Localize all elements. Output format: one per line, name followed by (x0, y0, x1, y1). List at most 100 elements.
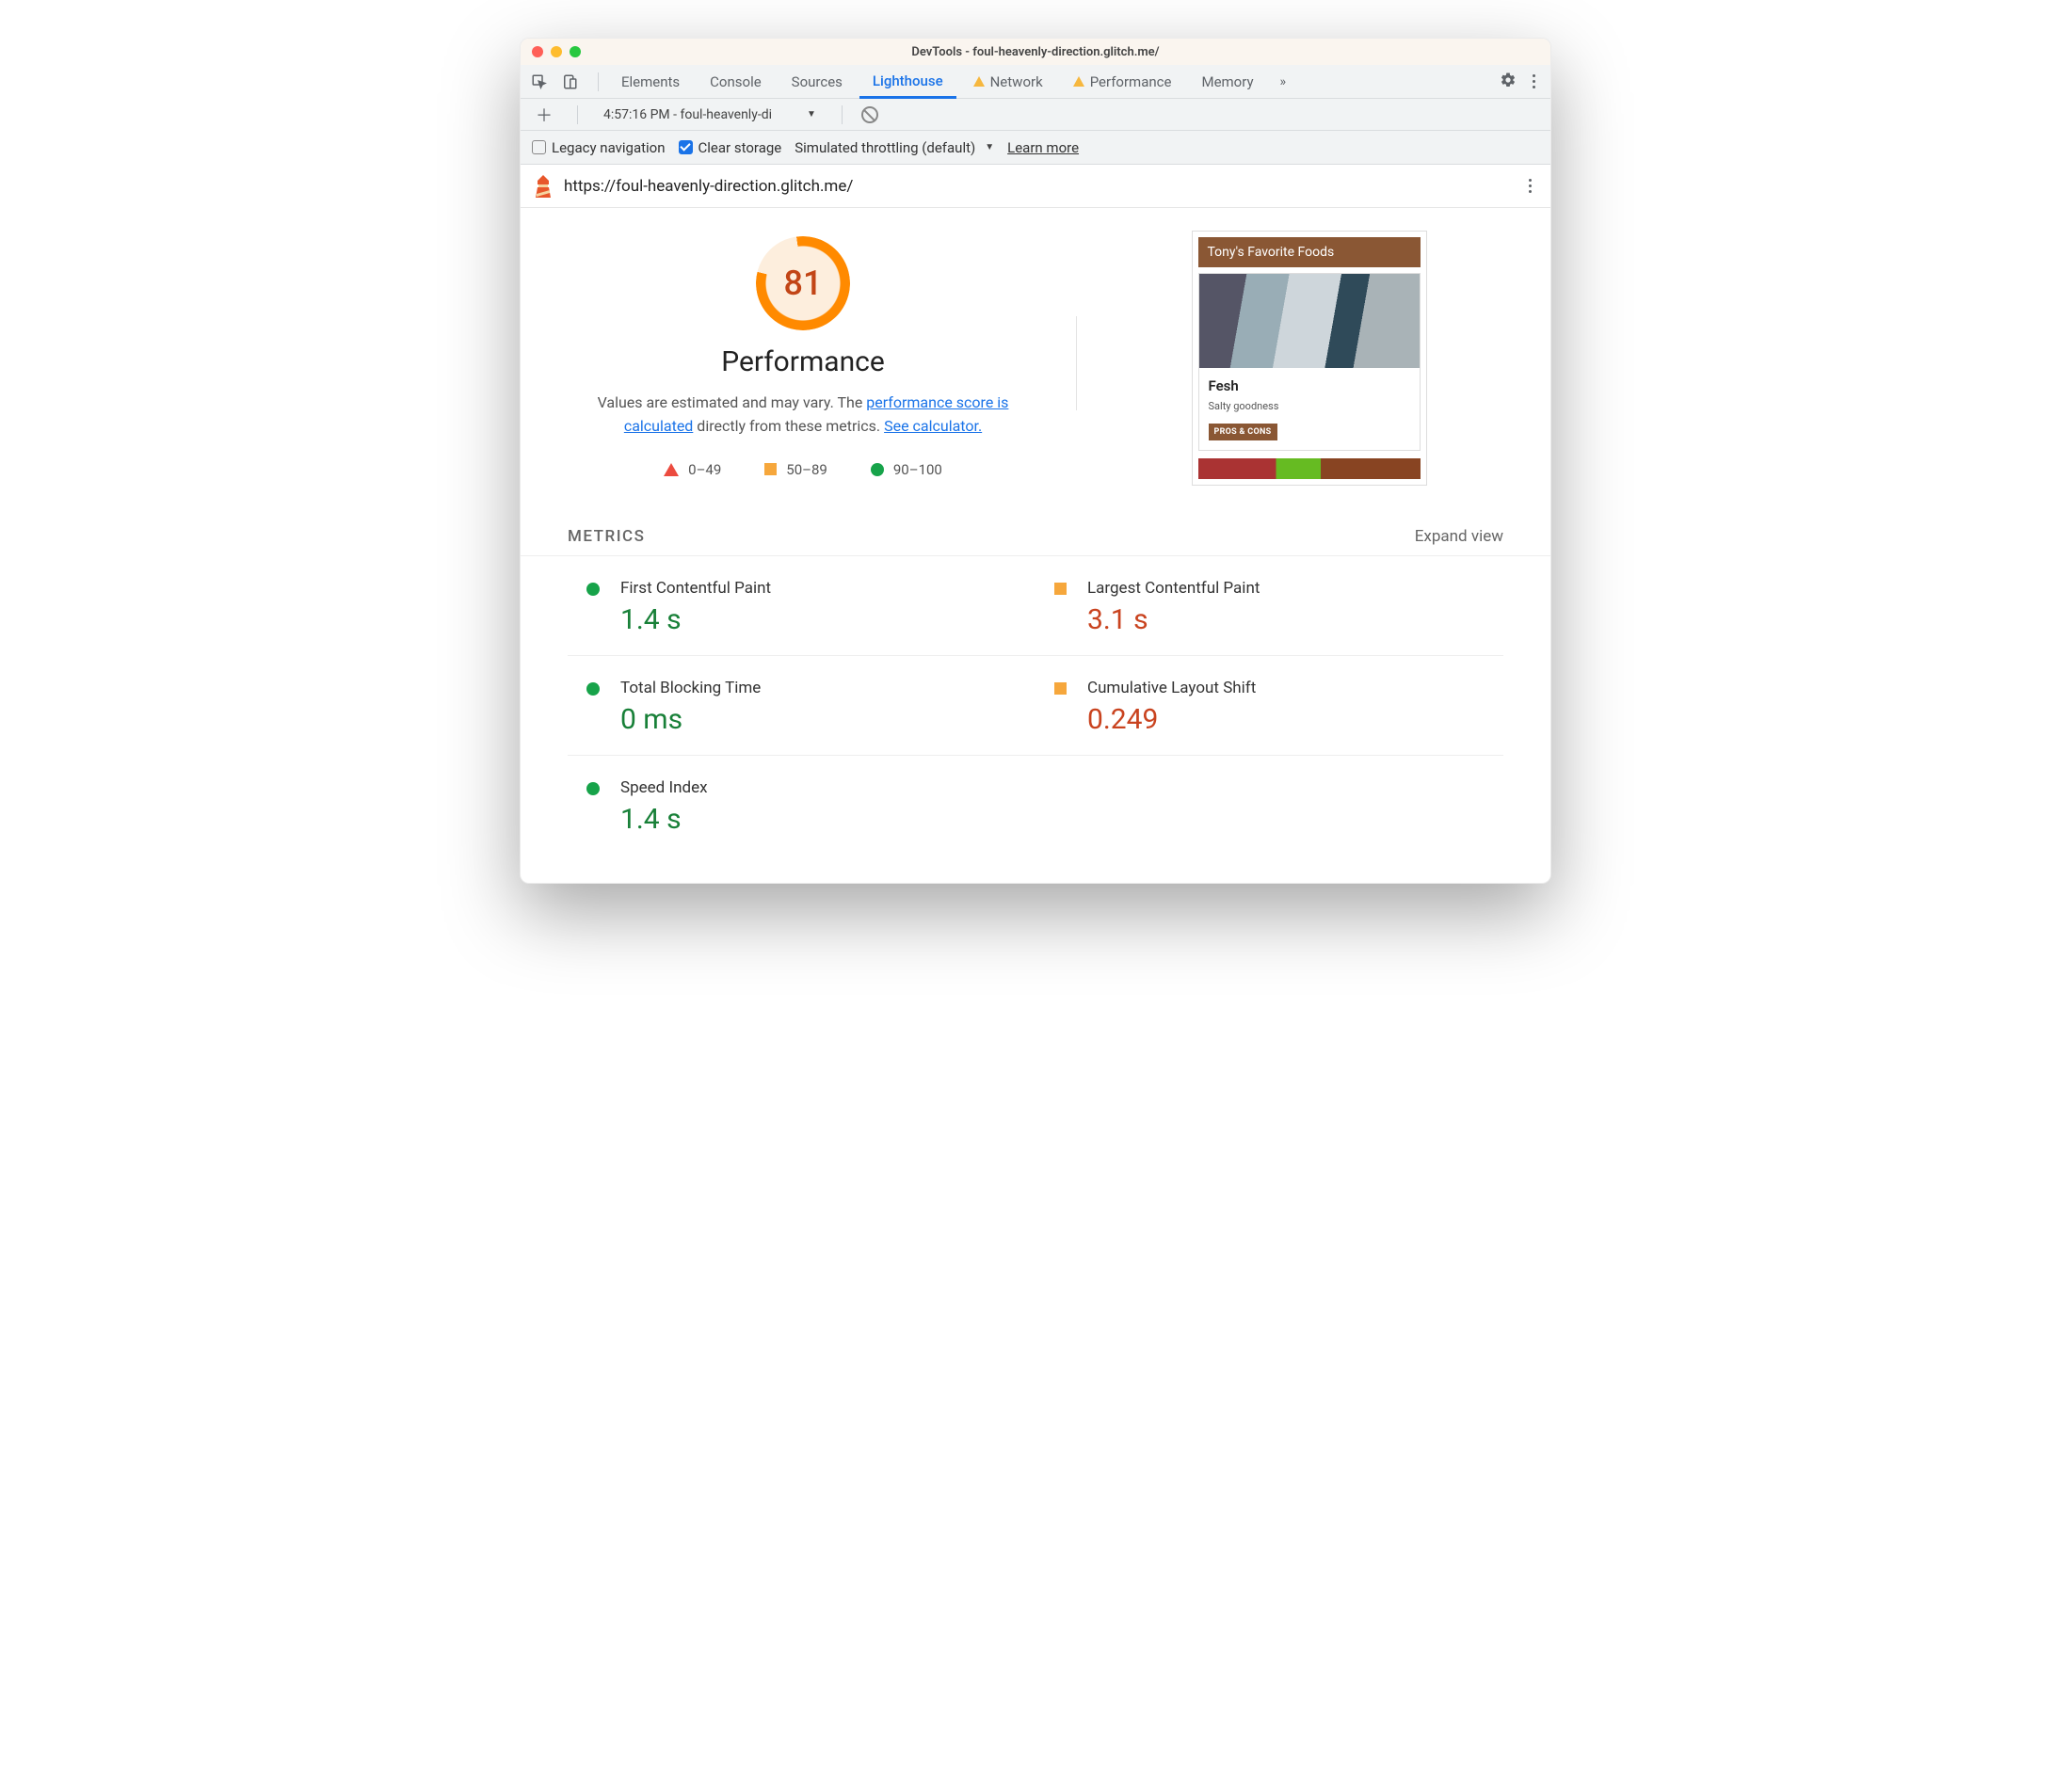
metric-item[interactable]: Largest Contentful Paint 3.1 s (1036, 556, 1503, 656)
metrics-grid: First Contentful Paint 1.4 s Largest Conte… (521, 556, 1550, 883)
preview-image (1198, 458, 1421, 479)
tab-sources[interactable]: Sources (779, 65, 856, 99)
legend-label: 0–49 (688, 461, 721, 478)
device-toggle-icon[interactable] (560, 72, 579, 91)
tab-label: Console (710, 73, 762, 90)
metric-label: Largest Contentful Paint (1087, 579, 1260, 598)
learn-more-link[interactable]: Learn more (1007, 139, 1079, 156)
tab-label: Network (990, 73, 1043, 90)
score-gauge: 81 (756, 236, 850, 330)
metric-value: 1.4 s (620, 803, 708, 836)
preview-card: Fesh Salty goodness PROS & CONS (1198, 273, 1421, 451)
clear-storage-checkbox[interactable]: Clear storage (679, 139, 782, 156)
kebab-menu-icon[interactable] (1526, 74, 1541, 88)
new-report-button[interactable]: ＋ (530, 103, 558, 127)
score-panel: 81 Performance Values are estimated and … (558, 231, 1048, 486)
legend-label: 50–89 (786, 461, 827, 478)
checkbox-label: Legacy navigation (552, 139, 666, 156)
metric-item[interactable]: First Contentful Paint 1.4 s (568, 556, 1036, 656)
throttling-select[interactable]: Simulated throttling (default) ▼ (795, 139, 994, 156)
close-window-button[interactable] (532, 46, 543, 57)
divider (1076, 316, 1077, 410)
separator (577, 105, 578, 124)
triangle-icon (664, 463, 679, 476)
throttling-label: Simulated throttling (default) (795, 139, 975, 156)
metric-value: 0 ms (620, 703, 761, 736)
legend-pass: 90–100 (871, 461, 942, 478)
legacy-nav-checkbox[interactable]: Legacy navigation (532, 139, 666, 156)
metric-value: 3.1 s (1087, 603, 1260, 636)
square-icon (1054, 583, 1067, 595)
tab-label: Lighthouse (873, 72, 943, 89)
score-description: Values are estimated and may vary. The p… (596, 392, 1010, 439)
tab-elements[interactable]: Elements (608, 65, 693, 99)
metric-item[interactable]: Total Blocking Time 0 ms (568, 656, 1036, 756)
legend-avg: 50–89 (764, 461, 827, 478)
tab-label: Performance (1090, 73, 1172, 90)
metric-label: Total Blocking Time (620, 679, 761, 697)
metric-item[interactable]: Speed Index 1.4 s (568, 756, 1036, 855)
legend-fail: 0–49 (664, 461, 721, 478)
inspect-icon[interactable] (530, 72, 549, 91)
metrics-heading: METRICS (568, 527, 645, 546)
tab-console[interactable]: Console (697, 65, 775, 99)
metric-label: Cumulative Layout Shift (1087, 679, 1256, 697)
report-summary: 81 Performance Values are estimated and … (521, 208, 1550, 495)
clear-icon[interactable] (861, 106, 878, 123)
chevron-down-icon: ▼ (985, 142, 994, 152)
metric-value: 1.4 s (620, 603, 771, 636)
circle-icon (586, 782, 600, 795)
metrics-header-row: METRICS Expand view (521, 495, 1550, 556)
zoom-window-button[interactable] (570, 46, 581, 57)
lighthouse-icon (534, 175, 553, 198)
score-legend: 0–49 50–89 90–100 (664, 461, 942, 478)
metric-label: Speed Index (620, 778, 708, 797)
expand-view-button[interactable]: Expand view (1415, 527, 1503, 546)
preview-card-sub: Salty goodness (1209, 400, 1410, 412)
report-select[interactable]: 4:57:16 PM - foul-heavenly-di ▼ (597, 104, 823, 125)
lighthouse-options-bar: Legacy navigation Clear storage Simulate… (521, 131, 1550, 165)
warning-icon (973, 76, 985, 87)
report-select-label: 4:57:16 PM - foul-heavenly-di (603, 107, 801, 122)
legend-label: 90–100 (893, 461, 942, 478)
preview-image (1199, 274, 1420, 368)
settings-gear-icon[interactable] (1500, 72, 1517, 92)
report-url: https://foul-heavenly-direction.glitch.m… (564, 177, 853, 196)
warning-icon (1073, 76, 1084, 87)
preview-card-title: Fesh (1209, 377, 1410, 394)
checkbox-label: Clear storage (698, 139, 782, 156)
window-controls (532, 46, 581, 57)
metric-item[interactable]: Cumulative Layout Shift0.249 (1036, 656, 1503, 756)
see-calculator-link[interactable]: See calculator. (884, 417, 982, 435)
circle-icon (871, 463, 884, 476)
tab-memory[interactable]: Memory (1188, 65, 1266, 99)
tab-network[interactable]: Network (960, 65, 1056, 99)
preview-header: Tony's Favorite Foods (1198, 237, 1421, 267)
separator (598, 72, 599, 91)
tab-label: Memory (1201, 73, 1253, 90)
report-menu-icon[interactable] (1522, 179, 1537, 193)
metric-label: First Contentful Paint (620, 579, 771, 598)
desc-text: Values are estimated and may vary. The (598, 393, 867, 411)
devtools-window: DevTools - foul-heavenly-direction.glitc… (520, 38, 1551, 884)
window-title: DevTools - foul-heavenly-direction.glitc… (521, 45, 1550, 59)
tab-lighthouse[interactable]: Lighthouse (859, 65, 956, 99)
tab-performance[interactable]: Performance (1060, 65, 1185, 99)
category-title: Performance (721, 345, 885, 378)
desc-text: directly from these metrics. (693, 417, 884, 435)
square-icon (764, 463, 777, 475)
titlebar: DevTools - foul-heavenly-direction.glitc… (521, 39, 1550, 65)
tab-label: Elements (621, 73, 680, 90)
preview-card-button: PROS & CONS (1209, 424, 1277, 440)
chevron-down-icon: ▼ (807, 109, 816, 120)
tab-label: Sources (792, 73, 843, 90)
circle-icon (586, 682, 600, 696)
lighthouse-toolbar: ＋ 4:57:16 PM - foul-heavenly-di ▼ (521, 99, 1550, 131)
minimize-window-button[interactable] (551, 46, 562, 57)
panel-tab-strip: Elements Console Sources Lighthouse Netw… (521, 65, 1550, 99)
circle-icon (586, 583, 600, 596)
report-url-row: https://foul-heavenly-direction.glitch.m… (521, 165, 1550, 208)
separator (842, 105, 843, 124)
score-value: 81 (756, 236, 850, 330)
more-tabs-icon[interactable]: » (1271, 74, 1296, 89)
